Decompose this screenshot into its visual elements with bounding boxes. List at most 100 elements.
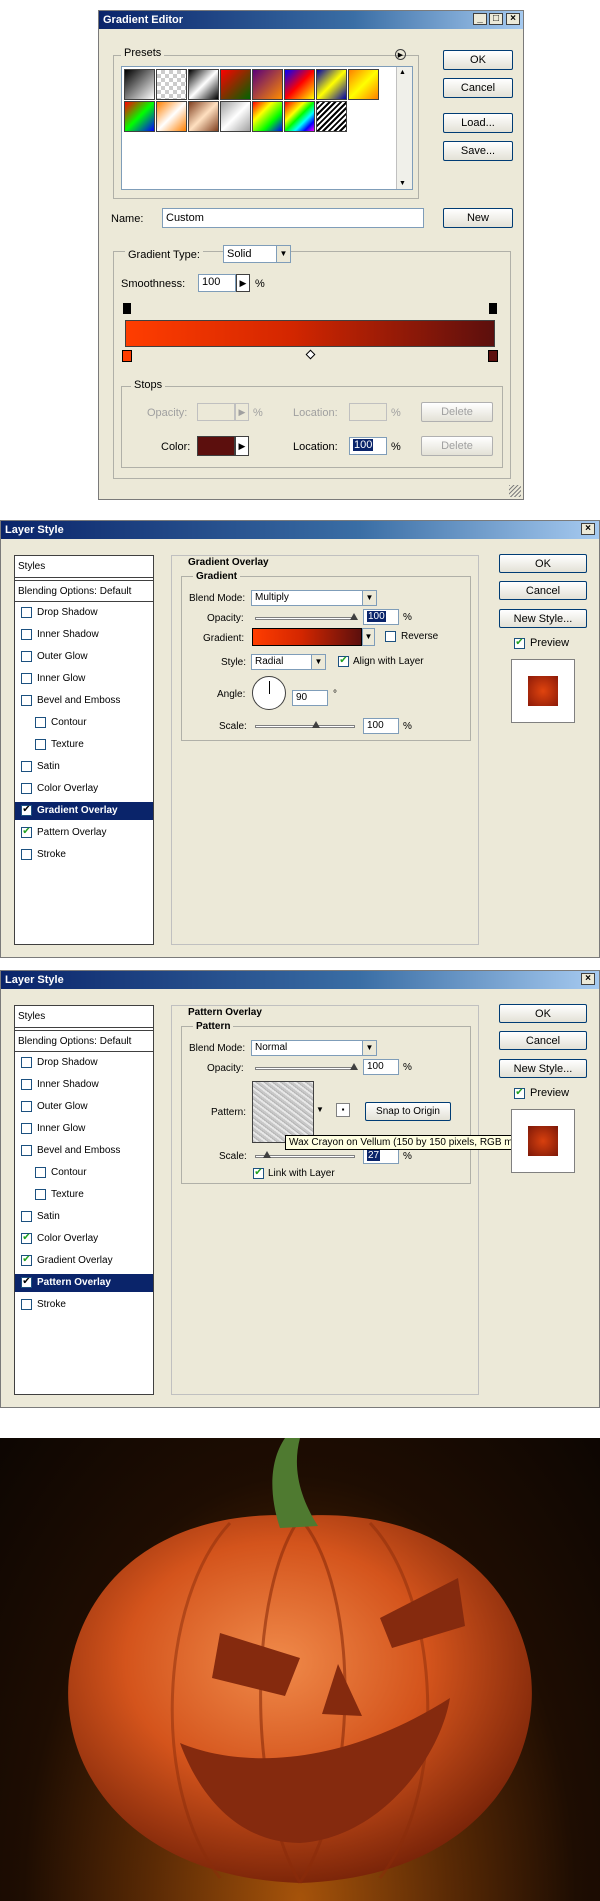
sidebar-item-blending-options[interactable]: Blending Options: Default	[15, 1030, 153, 1052]
checkbox[interactable]: ✔	[21, 805, 32, 816]
color-stop-left-icon[interactable]	[122, 350, 132, 362]
checkbox[interactable]	[21, 761, 32, 772]
scale-slider-thumb[interactable]	[312, 721, 320, 728]
sidebar-item-stroke[interactable]: Stroke	[15, 846, 153, 864]
sidebar-item-inner-shadow[interactable]: Inner Shadow	[15, 626, 153, 644]
preset-swatch[interactable]	[220, 101, 251, 132]
ok-button[interactable]: OK	[499, 554, 587, 573]
gradient-editor-titlebar[interactable]: Gradient Editor _ □ ×	[99, 11, 523, 29]
sidebar-item-contour[interactable]: Contour	[15, 1164, 153, 1182]
checkbox[interactable]: ✔	[21, 827, 32, 838]
checkbox[interactable]	[35, 1189, 46, 1200]
cancel-button[interactable]: Cancel	[443, 78, 513, 98]
sidebar-item-outer-glow[interactable]: Outer Glow	[15, 1098, 153, 1116]
checkbox[interactable]	[35, 739, 46, 750]
new-style-button[interactable]: New Style...	[499, 609, 587, 628]
sidebar-item-gradient-overlay[interactable]: ✔ Gradient Overlay	[15, 1252, 153, 1270]
save-button[interactable]: Save...	[443, 141, 513, 161]
color-stop-right-icon[interactable]	[488, 350, 498, 362]
checkbox[interactable]	[21, 1299, 32, 1310]
smoothness-arrow-icon[interactable]: ▶	[236, 274, 250, 292]
new-preset-icon[interactable]: ▪	[336, 1103, 350, 1117]
blend-mode-select[interactable]: Normal ▼	[251, 1040, 377, 1056]
sidebar-item-bevel-and-emboss[interactable]: Bevel and Emboss	[15, 692, 153, 710]
name-field[interactable]: Custom	[162, 208, 424, 228]
preset-swatch[interactable]	[316, 69, 347, 100]
preset-swatch[interactable]	[188, 69, 219, 100]
cancel-button[interactable]: Cancel	[499, 1031, 587, 1050]
pattern-swatch[interactable]	[252, 1081, 314, 1143]
checkbox[interactable]	[21, 629, 32, 640]
stop-opacity-field[interactable]	[197, 403, 235, 421]
checkbox[interactable]	[21, 1123, 32, 1134]
close-icon[interactable]: ×	[581, 523, 595, 535]
checkbox[interactable]	[35, 717, 46, 728]
stop-color-swatch[interactable]	[197, 436, 235, 456]
sidebar-item-color-overlay[interactable]: Color Overlay	[15, 780, 153, 798]
new-style-button[interactable]: New Style...	[499, 1059, 587, 1078]
resize-grip-icon[interactable]	[509, 485, 521, 497]
preset-swatch[interactable]	[316, 101, 347, 132]
opacity-slider-thumb[interactable]	[350, 613, 358, 620]
checkbox[interactable]	[21, 1145, 32, 1156]
sidebar-item-satin[interactable]: Satin	[15, 758, 153, 776]
presets-menu-icon[interactable]: ▶	[395, 49, 406, 60]
sidebar-item-inner-glow[interactable]: Inner Glow	[15, 1120, 153, 1138]
preset-swatch[interactable]	[124, 69, 155, 100]
scroll-up-icon[interactable]: ▲	[399, 69, 406, 76]
scale-slider[interactable]	[255, 725, 355, 728]
preset-swatch[interactable]	[284, 69, 315, 100]
scale-field[interactable]: 27	[363, 1148, 399, 1164]
gradient-bar[interactable]	[125, 320, 495, 347]
align-with-layer-checkbox[interactable]: ✔	[338, 656, 349, 667]
smoothness-field[interactable]: 100	[198, 274, 236, 292]
sidebar-item-blending-options[interactable]: Blending Options: Default	[15, 580, 153, 602]
style-select[interactable]: Radial ▼	[251, 654, 326, 670]
close-icon[interactable]: ×	[581, 973, 595, 985]
preset-swatch[interactable]	[156, 101, 187, 132]
scroll-down-icon[interactable]: ▼	[399, 180, 406, 187]
maximize-icon[interactable]: □	[489, 13, 503, 25]
cancel-button[interactable]: Cancel	[499, 581, 587, 600]
preview-checkbox[interactable]: ✔	[514, 1088, 525, 1099]
checkbox[interactable]	[21, 673, 32, 684]
angle-field[interactable]: 90	[292, 690, 328, 706]
delete-opacity-stop-button[interactable]: Delete	[421, 402, 493, 422]
blend-mode-select[interactable]: Multiply ▼	[251, 590, 377, 606]
checkbox[interactable]	[21, 695, 32, 706]
layer-style-titlebar[interactable]: Layer Style ×	[1, 971, 599, 989]
checkbox[interactable]	[21, 783, 32, 794]
sidebar-item-stroke[interactable]: Stroke	[15, 1296, 153, 1314]
ok-button[interactable]: OK	[443, 50, 513, 70]
sidebar-item-pattern-overlay[interactable]: ✔ Pattern Overlay	[15, 1274, 153, 1292]
sidebar-item-contour[interactable]: Contour	[15, 714, 153, 732]
checkbox[interactable]	[21, 1057, 32, 1068]
link-with-layer-checkbox[interactable]: ✔	[253, 1168, 264, 1179]
preset-swatch[interactable]	[156, 69, 187, 100]
preset-swatch[interactable]	[348, 69, 379, 100]
checkbox[interactable]	[21, 651, 32, 662]
close-icon[interactable]: ×	[506, 13, 520, 25]
checkbox[interactable]	[21, 1079, 32, 1090]
sidebar-item-inner-glow[interactable]: Inner Glow	[15, 670, 153, 688]
sidebar-item-bevel-and-emboss[interactable]: Bevel and Emboss	[15, 1142, 153, 1160]
opacity-slider[interactable]	[255, 1067, 355, 1070]
checkbox[interactable]	[21, 607, 32, 618]
stop-opacity-arrow-icon[interactable]: ▶	[235, 403, 249, 421]
opacity-stop-right-icon[interactable]	[489, 303, 497, 314]
preset-swatch[interactable]	[124, 101, 155, 132]
gradient-type-select[interactable]: Solid ▼	[223, 245, 291, 263]
sidebar-item-inner-shadow[interactable]: Inner Shadow	[15, 1076, 153, 1094]
delete-color-stop-button[interactable]: Delete	[421, 436, 493, 456]
sidebar-item-drop-shadow[interactable]: Drop Shadow	[15, 604, 153, 622]
checkbox[interactable]	[21, 849, 32, 860]
gradient-swatch[interactable]	[252, 628, 362, 646]
angle-dial[interactable]	[252, 676, 286, 710]
minimize-icon[interactable]: _	[473, 13, 487, 25]
load-button[interactable]: Load...	[443, 113, 513, 133]
sidebar-item-texture[interactable]: Texture	[15, 1186, 153, 1204]
gradient-dropdown-icon[interactable]: ▼	[362, 628, 375, 646]
preset-swatch[interactable]	[188, 101, 219, 132]
sidebar-item-satin[interactable]: Satin	[15, 1208, 153, 1226]
sidebar-item-outer-glow[interactable]: Outer Glow	[15, 648, 153, 666]
